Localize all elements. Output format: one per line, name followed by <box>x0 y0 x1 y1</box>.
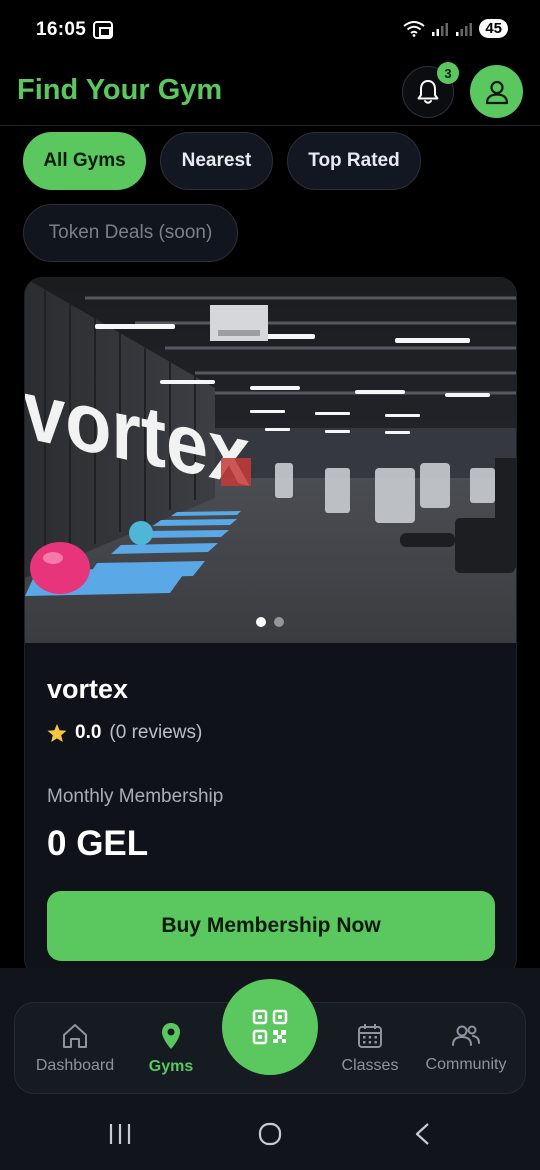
recent-apps-icon <box>109 1124 131 1144</box>
gym-photo-image: vortex <box>25 278 516 643</box>
recent-apps-button[interactable] <box>100 1098 140 1170</box>
filter-all-gyms[interactable]: All Gyms <box>23 132 146 190</box>
home-button[interactable] <box>250 1098 290 1170</box>
screenshot-indicator-icon <box>93 21 113 39</box>
nav-classes-label: Classes <box>341 1057 399 1074</box>
gym-card[interactable]: vortex vortex 0.0 (0 reviews) Monthly Me… <box>24 277 517 977</box>
membership-price: 0 GEL <box>47 824 149 863</box>
map-pin-icon <box>162 1023 180 1049</box>
home-icon <box>63 1024 87 1048</box>
nav-dashboard-label: Dashboard <box>35 1057 115 1074</box>
bell-icon <box>417 80 439 104</box>
back-button[interactable] <box>402 1098 442 1170</box>
wifi-icon <box>403 20 425 37</box>
filter-token-deals[interactable]: Token Deals (soon) <box>23 204 238 262</box>
status-bar: 16:05 45 <box>0 0 540 60</box>
page-title: Find Your Gym <box>17 74 223 106</box>
gym-name: vortex <box>47 674 129 704</box>
nav-community[interactable]: Community <box>419 1003 513 1095</box>
membership-label: Monthly Membership <box>47 786 224 807</box>
nav-gyms-label: Gyms <box>148 1058 194 1075</box>
profile-button[interactable] <box>470 65 523 118</box>
status-time: 16:05 <box>36 19 87 40</box>
rating-count: (0 reviews) <box>109 722 203 743</box>
home-circle-icon <box>258 1122 282 1146</box>
buy-membership-button[interactable]: Buy Membership Now <box>47 891 495 961</box>
carousel-dot[interactable] <box>274 617 284 627</box>
signal-icon-2 <box>456 22 473 36</box>
app-header: Find Your Gym 3 <box>0 60 540 126</box>
calendar-icon <box>358 1024 382 1048</box>
carousel-dots <box>256 617 284 627</box>
nav-community-label: Community <box>425 1056 507 1073</box>
nav-dashboard[interactable]: Dashboard <box>29 1003 121 1095</box>
filter-nearest[interactable]: Nearest <box>160 132 273 190</box>
status-icons: 45 <box>403 19 508 38</box>
system-nav-bar <box>0 1098 540 1170</box>
user-icon <box>485 80 508 104</box>
back-icon <box>415 1123 429 1145</box>
rating-row: 0.0 (0 reviews) <box>47 722 202 744</box>
qr-code-icon <box>252 1009 288 1045</box>
signal-icon <box>432 22 449 36</box>
filter-top-rated[interactable]: Top Rated <box>287 132 421 190</box>
nav-gyms[interactable]: Gyms <box>135 1003 207 1095</box>
users-icon <box>452 1025 480 1046</box>
scan-qr-button[interactable] <box>222 979 318 1075</box>
gym-photo[interactable]: vortex <box>25 278 516 643</box>
notification-badge: 3 <box>437 62 459 84</box>
battery-indicator: 45 <box>479 19 508 38</box>
carousel-dot-active[interactable] <box>256 617 266 627</box>
rating-value: 0.0 <box>75 722 102 743</box>
nav-classes[interactable]: Classes <box>333 1003 407 1095</box>
star-icon <box>47 723 67 742</box>
